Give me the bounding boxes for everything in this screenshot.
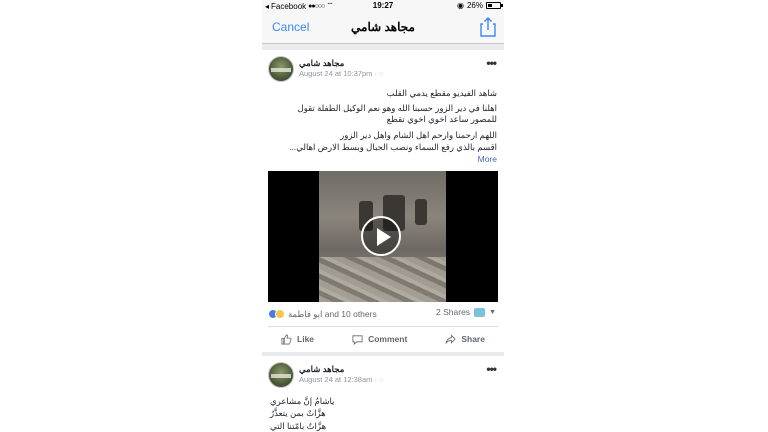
chevron-down-icon: ▼ — [489, 308, 496, 316]
comment-icon — [352, 334, 363, 345]
avatar[interactable] — [268, 56, 294, 82]
video-player[interactable] — [268, 171, 498, 302]
post-text-line: ياشامُ إنَّ مشاعري — [270, 396, 335, 406]
post-author[interactable]: مجاهد شامي — [299, 58, 344, 69]
post-actions: Like Comment Share — [262, 330, 504, 348]
avatar[interactable] — [268, 362, 294, 388]
post-text-line: هزَّاتٌ بامّتنا التي — [270, 421, 327, 431]
thumbs-up-icon — [281, 334, 292, 344]
status-right: ◉ 26% — [457, 1, 503, 10]
reactions-summary[interactable]: ابو فاطمة and 10 others — [268, 307, 377, 321]
screen: ◂ Facebook ●●○○○ ⌔ 19:27 ◉ 26% Cancel مج… — [0, 0, 768, 432]
see-more-link[interactable]: More — [478, 154, 497, 164]
share-label: Share — [461, 334, 485, 344]
status-bar: ◂ Facebook ●●○○○ ⌔ 19:27 ◉ 26% — [262, 0, 504, 12]
post-text-line: هزَّاتٌ بمن يتعذَّرُ — [270, 408, 326, 418]
post-timestamp[interactable]: August 24 at 10:37pm · ◌ — [299, 69, 384, 78]
post-card: مجاهد شامي August 24 at 12:38am · ◌ ••• … — [262, 356, 504, 432]
like-label: Like — [297, 334, 315, 344]
nav-title: مجاهد شامي — [351, 20, 415, 34]
share-button[interactable]: Share — [445, 333, 485, 345]
post-text-line: اللهم ارحمنا وارحم اهل الشام واهل دير ال… — [340, 130, 497, 140]
post-card: مجاهد شامي August 24 at 10:37pm · ◌ ••• … — [262, 50, 504, 352]
thumbnail-figure — [415, 199, 427, 225]
shares-summary[interactable]: 2 Shares ▼ — [436, 307, 496, 317]
post-options-icon[interactable]: ••• — [486, 362, 497, 376]
thumbnail-rubble — [319, 257, 446, 302]
divider — [268, 326, 498, 327]
battery-percent: 26% — [466, 1, 483, 10]
post-text-line: اهلنا في دير الزور حسبنا الله وهو نعم ال… — [297, 103, 497, 113]
reactions-count: ابو فاطمة and 10 others — [288, 308, 377, 319]
shares-count: 2 Shares — [436, 307, 471, 317]
reaction-icons — [268, 309, 285, 319]
comment-label: Comment — [368, 334, 408, 344]
share-arrow-icon — [445, 333, 456, 344]
post-options-icon[interactable]: ••• — [486, 56, 497, 70]
like-button[interactable]: Like — [281, 334, 314, 345]
post-text-line: للمصور ساعد اخوي اخوي تقطع — [386, 114, 497, 124]
post-text-line: اقسم بالذي رفع السماء ونصب الجبال وبسط ا… — [289, 142, 497, 152]
post-time-text: August 24 at 12:38am · — [299, 375, 380, 384]
post-author[interactable]: مجاهد شامي — [299, 364, 344, 375]
globe-privacy-icon: ◌ — [379, 375, 384, 384]
audience-icon — [474, 307, 486, 317]
sad-reaction-icon — [275, 309, 285, 319]
globe-privacy-icon: ◌ — [379, 69, 384, 78]
battery-icon — [486, 2, 503, 9]
comment-button[interactable]: Comment — [352, 334, 407, 345]
play-button-icon[interactable] — [361, 216, 401, 256]
post-text-line: شاهد الفيديو مقطع يدمي القلب — [386, 88, 497, 98]
post-timestamp[interactable]: August 24 at 12:38am · ◌ — [299, 375, 384, 384]
post-time-text: August 24 at 10:37pm · — [299, 69, 380, 78]
share-icon[interactable] — [480, 17, 496, 37]
rotation-lock-icon: ◉ — [457, 1, 464, 10]
navigation-bar: Cancel مجاهد شامي — [262, 12, 504, 44]
phone-screen: ◂ Facebook ●●○○○ ⌔ 19:27 ◉ 26% Cancel مج… — [262, 0, 504, 432]
